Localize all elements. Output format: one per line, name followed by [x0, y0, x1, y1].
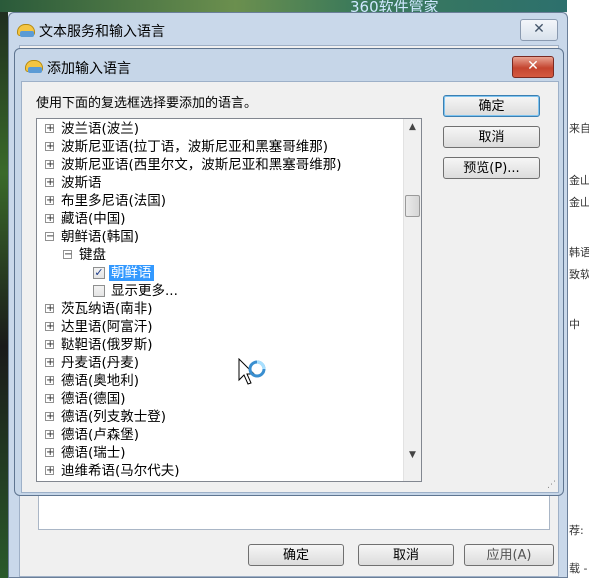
add-input-language-dialog: 添加输入语言 ✕ 使用下面的复选框选择要添加的语言。 确定 取消 预览(P)..…: [14, 48, 564, 496]
expand-icon[interactable]: +: [45, 412, 54, 422]
expand-icon[interactable]: +: [45, 340, 54, 350]
tree-item[interactable]: + 波兰语(波兰): [45, 120, 139, 138]
keyboard-globe-icon: [25, 58, 43, 74]
close-icon: ✕: [527, 58, 539, 74]
scroll-up-arrow-icon[interactable]: ▲: [404, 119, 421, 136]
tree-item[interactable]: + 丹麦语(丹麦): [45, 354, 139, 372]
tree-item[interactable]: + 茨瓦纳语(南非): [45, 300, 153, 318]
tree-item[interactable]: + 德语(列支敦士登): [45, 408, 166, 426]
background-text: 中: [569, 318, 580, 331]
expand-icon[interactable]: +: [45, 214, 54, 224]
collapse-icon[interactable]: −: [63, 250, 72, 260]
scroll-thumb[interactable]: [405, 195, 420, 217]
preview-button[interactable]: 预览(P)...: [443, 157, 540, 179]
tree-item[interactable]: + 迪维希语(马尔代夫): [45, 462, 180, 480]
tree-item-keyboard[interactable]: − 键盘: [63, 246, 106, 264]
busy-cursor-icon: [238, 357, 268, 398]
dialog-close-button[interactable]: ✕: [512, 56, 554, 78]
background-text: 来自: [569, 122, 589, 135]
instruction-text: 使用下面的复选框选择要添加的语言。: [36, 96, 258, 111]
background-text: 金山: [569, 174, 589, 187]
desktop-background-left: [0, 0, 8, 578]
expand-icon[interactable]: +: [45, 448, 54, 458]
dialog-cancel-button[interactable]: 取消: [443, 126, 540, 148]
background-webpage-strip: 来自 金山 金山 韩语 致软 中 荐: 载 -: [567, 0, 589, 578]
background-text: 韩语: [569, 246, 589, 259]
dialog-ok-button[interactable]: 确定: [443, 95, 540, 117]
tree-item[interactable]: + 藏语(中国): [45, 210, 126, 228]
tree-item[interactable]: + 德语(德国): [45, 390, 126, 408]
tree-item[interactable]: + 达里语(阿富汗): [45, 318, 153, 336]
expand-icon[interactable]: +: [45, 304, 54, 314]
tree-item[interactable]: + 德语(奥地利): [45, 372, 139, 390]
tree-item[interactable]: + 鞑靼语(俄罗斯): [45, 336, 153, 354]
tree-item-korean-keyboard[interactable]: ✓ 朝鲜语: [93, 264, 154, 282]
expand-icon[interactable]: +: [45, 124, 54, 134]
expand-icon[interactable]: +: [45, 430, 54, 440]
cancel-button[interactable]: 取消: [358, 544, 454, 566]
expand-icon[interactable]: +: [45, 196, 54, 206]
tree-item[interactable]: + 波斯语: [45, 174, 102, 192]
expand-icon[interactable]: +: [45, 178, 54, 188]
desktop-background-top: 360软件管家: [0, 0, 589, 16]
checkbox-unchecked[interactable]: [93, 285, 105, 297]
tree-item[interactable]: + 德语(卢森堡): [45, 426, 139, 444]
close-icon: ✕: [533, 21, 545, 37]
background-text: 荐:: [569, 524, 584, 537]
scroll-down-arrow-icon[interactable]: ▼: [404, 447, 421, 464]
collapse-icon[interactable]: −: [45, 232, 54, 242]
language-tree[interactable]: + 波兰语(波兰) + 波斯尼亚语(拉丁语，波斯尼亚和黑塞哥维那) + 波斯尼亚语(西…: [36, 118, 422, 482]
expand-icon[interactable]: +: [45, 394, 54, 404]
apply-button[interactable]: 应用(A): [464, 544, 554, 566]
ok-button[interactable]: 确定: [248, 544, 344, 566]
expand-icon[interactable]: +: [45, 376, 54, 386]
checkbox-checked[interactable]: ✓: [93, 267, 105, 279]
tree-item-korean[interactable]: − 朝鲜语(韩国): [45, 228, 139, 246]
tree-item[interactable]: + 布里多尼语(法国): [45, 192, 166, 210]
background-text: 载 -: [569, 562, 588, 575]
dialog-title: 添加输入语言: [47, 61, 131, 77]
vertical-scrollbar[interactable]: ▲ ▼: [403, 119, 421, 481]
tree-item[interactable]: + 波斯尼亚语(拉丁语，波斯尼亚和黑塞哥维那): [45, 138, 328, 156]
keyboard-globe-icon: [17, 22, 35, 38]
expand-icon[interactable]: +: [45, 358, 54, 368]
window-title: 文本服务和输入语言: [39, 24, 165, 40]
dialog-body: 使用下面的复选框选择要添加的语言。 确定 取消 预览(P)... + 波兰语(波兰…: [21, 81, 559, 493]
expand-icon[interactable]: +: [45, 322, 54, 332]
background-text: 金山: [569, 196, 589, 209]
tree-item-show-more[interactable]: 显示更多...: [93, 282, 178, 300]
tree-item[interactable]: + 波斯尼亚语(西里尔文，波斯尼亚和黑塞哥维那): [45, 156, 342, 174]
background-text: 致软: [569, 268, 589, 281]
resize-grip-icon[interactable]: ⋰: [547, 480, 556, 490]
tree-item[interactable]: + 德语(瑞士): [45, 444, 126, 462]
expand-icon[interactable]: +: [45, 142, 54, 152]
expand-icon[interactable]: +: [45, 160, 54, 170]
close-button[interactable]: ✕: [520, 19, 558, 41]
expand-icon[interactable]: +: [45, 466, 54, 476]
